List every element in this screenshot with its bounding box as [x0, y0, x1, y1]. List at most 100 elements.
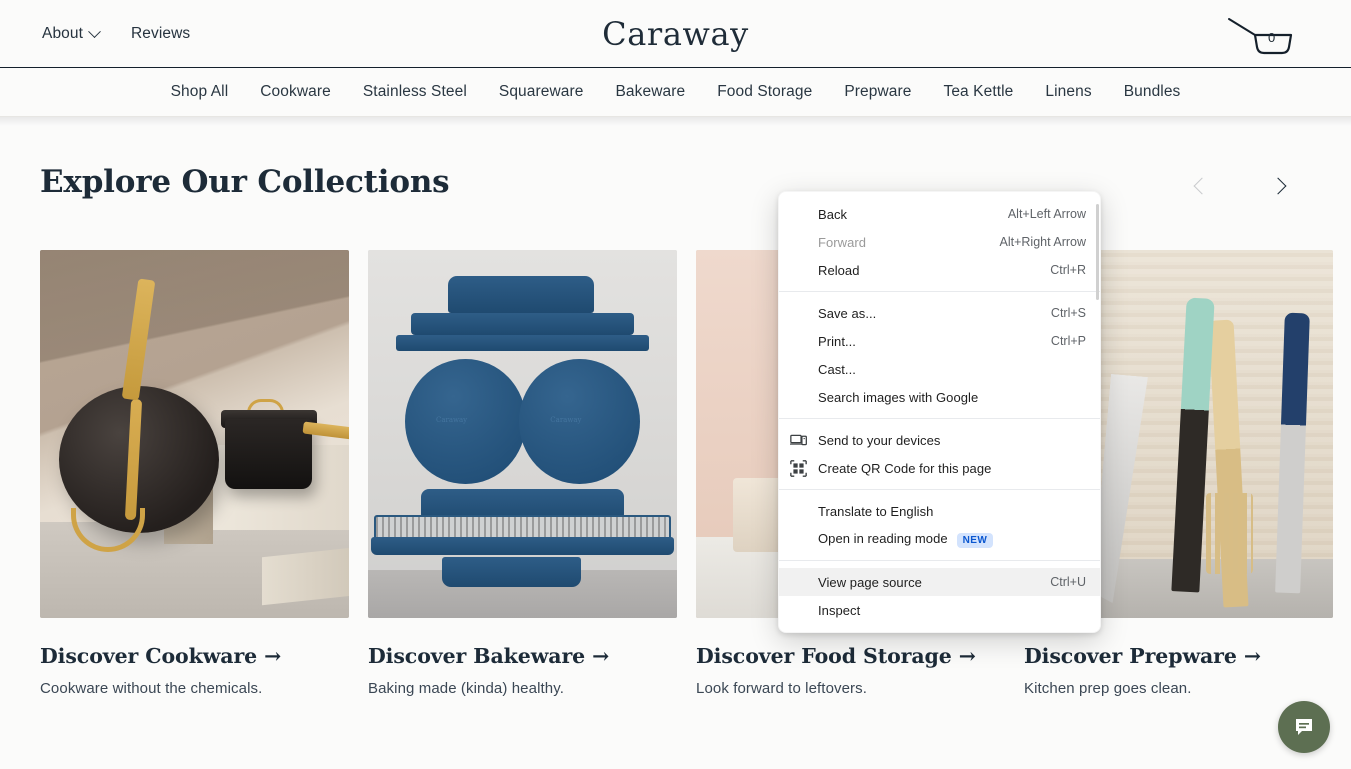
context-menu-item-label: Search images with Google: [818, 389, 979, 405]
chevron-right-icon: [1269, 177, 1287, 195]
no-icon: [789, 233, 807, 251]
collection-card: Caraway Caraway Discover Bakeware → Baki…: [368, 250, 677, 697]
no-icon: [789, 573, 807, 591]
no-icon: [789, 502, 807, 520]
page-root: About Reviews Caraway 0 Shop All Cookwar…: [0, 0, 1351, 769]
site-header: About Reviews Caraway 0: [0, 0, 1351, 68]
context-menu-separator: [779, 418, 1100, 419]
cookware-product-photo: [40, 250, 349, 618]
context-menu-item-shortcut: Ctrl+S: [1050, 306, 1086, 320]
context-menu-item-view-page-source[interactable]: View page source Ctrl+U: [779, 568, 1100, 596]
category-nav: Shop All Cookware Stainless Steel Square…: [0, 68, 1351, 117]
context-menu-item-label: Open in reading mode NEW: [818, 531, 1086, 548]
card-image-bakeware[interactable]: Caraway Caraway: [368, 250, 677, 618]
context-menu-item-label: Forward: [818, 234, 867, 250]
card-subtitle-bakeware: Baking made (kinda) healthy.: [368, 680, 564, 697]
subnav-item-cookware[interactable]: Cookware: [244, 83, 347, 101]
context-menu-item-label: Inspect: [818, 602, 861, 618]
context-menu-item-shortcut: Ctrl+P: [1050, 334, 1086, 348]
context-menu-item-label: Print...: [818, 333, 856, 349]
context-menu-item-save-as[interactable]: Save as... Ctrl+S: [779, 299, 1100, 327]
nav-item-reviews-label: Reviews: [131, 25, 191, 42]
subnav-item-prepware[interactable]: Prepware: [828, 83, 927, 101]
no-icon: [789, 388, 807, 406]
context-menu-item-label: Translate to English: [818, 503, 934, 519]
context-menu-item-inspect[interactable]: Inspect: [779, 596, 1100, 624]
page-title: Explore Our Collections: [40, 164, 450, 200]
context-menu-item-search-images-with-google[interactable]: Search images with Google: [779, 383, 1100, 411]
card-subtitle-prepware: Kitchen prep goes clean.: [1024, 680, 1192, 697]
card-title-bakeware[interactable]: Discover Bakeware →: [368, 644, 677, 668]
context-menu-item-label: Send to your devices: [818, 432, 941, 448]
nav-item-about[interactable]: About: [42, 24, 101, 43]
cart-count: 0: [1268, 30, 1276, 45]
context-menu-item-back[interactable]: Back Alt+Left Arrow: [779, 200, 1100, 228]
no-icon: [789, 332, 807, 350]
context-menu-item-print[interactable]: Print... Ctrl+P: [779, 327, 1100, 355]
context-menu-item-forward: Forward Alt+Right Arrow: [779, 228, 1100, 256]
context-menu-item-label: Back: [818, 206, 848, 222]
new-badge: NEW: [956, 533, 994, 548]
context-menu-item-shortcut: Alt+Right Arrow: [999, 235, 1087, 249]
context-menu-separator: [779, 560, 1100, 561]
no-icon: [789, 601, 807, 619]
card-subtitle-food-storage: Look forward to leftovers.: [696, 680, 868, 697]
context-menu-item-shortcut: Ctrl+R: [1050, 263, 1086, 277]
subnav-item-bundles[interactable]: Bundles: [1108, 83, 1197, 101]
subnav-item-shop-all[interactable]: Shop All: [155, 83, 245, 101]
card-title-prepware[interactable]: Discover Prepware →: [1024, 644, 1333, 668]
context-menu-item-send-to-your-devices[interactable]: Send to your devices: [779, 426, 1100, 454]
section-header: Explore Our Collections: [40, 164, 450, 200]
carousel-next-button[interactable]: [1265, 174, 1291, 200]
chevron-down-icon: [88, 24, 101, 38]
subnav-item-tea-kettle[interactable]: Tea Kettle: [927, 83, 1029, 101]
brand-wordmark[interactable]: Caraway: [602, 15, 749, 53]
header-left-nav: About Reviews: [42, 0, 190, 68]
carousel-prev-button[interactable]: [1189, 174, 1215, 200]
context-menu-separator: [779, 489, 1100, 490]
collection-card-list: Discover Cookware → Cookware without the…: [40, 250, 1333, 697]
no-icon: [789, 360, 807, 378]
chat-widget-button[interactable]: [1278, 701, 1330, 753]
context-menu-item-label: Reload: [818, 262, 860, 278]
card-title-cookware[interactable]: Discover Cookware →: [40, 644, 349, 668]
subnav-item-stainless-steel[interactable]: Stainless Steel: [347, 83, 483, 101]
context-menu-item-label: Create QR Code for this page: [818, 460, 992, 476]
no-icon: [789, 205, 807, 223]
no-icon: [789, 304, 807, 322]
subnav-item-squareware[interactable]: Squareware: [483, 83, 600, 101]
chat-bubble-icon: [1296, 719, 1312, 735]
context-menu-item-shortcut: Ctrl+U: [1050, 575, 1086, 589]
collection-card: Discover Cookware → Cookware without the…: [40, 250, 349, 697]
context-menu-item-translate-to-english[interactable]: Translate to English: [779, 497, 1100, 525]
context-menu-item-open-in-reading-mode[interactable]: Open in reading mode NEW: [779, 525, 1100, 553]
qr-code-icon: [789, 459, 807, 477]
card-title-food-storage[interactable]: Discover Food Storage →: [696, 644, 1005, 668]
header-shadow: [0, 117, 1351, 126]
chevron-left-icon: [1193, 177, 1211, 195]
nav-item-reviews[interactable]: Reviews: [131, 25, 190, 43]
no-icon: [789, 530, 807, 548]
bakeware-product-photo: Caraway Caraway: [368, 250, 677, 618]
card-image-cookware[interactable]: [40, 250, 349, 618]
shopping-basket-icon: [1228, 18, 1293, 55]
devices-icon: [789, 431, 807, 449]
context-menu-item-label: View page source: [818, 574, 922, 590]
context-menu-item-label: Save as...: [818, 305, 877, 321]
carousel-controls: [1189, 174, 1291, 200]
context-menu-item-create-qr-code-for-this-page[interactable]: Create QR Code for this page: [779, 454, 1100, 482]
context-menu-item-cast[interactable]: Cast...: [779, 355, 1100, 383]
context-menu-item-label: Cast...: [818, 361, 856, 377]
subnav-item-food-storage[interactable]: Food Storage: [701, 83, 828, 101]
subnav-item-linens[interactable]: Linens: [1029, 83, 1107, 101]
brand-wordmark-container: Caraway: [0, 0, 1351, 68]
card-subtitle-cookware: Cookware without the chemicals.: [40, 680, 263, 697]
cart-button[interactable]: 0: [1225, 11, 1299, 57]
context-menu-item-reload[interactable]: Reload Ctrl+R: [779, 256, 1100, 284]
browser-context-menu[interactable]: Back Alt+Left Arrow Forward Alt+Right Arrow…: [778, 191, 1101, 633]
context-menu-separator: [779, 291, 1100, 292]
no-icon: [789, 261, 807, 279]
nav-item-about-label: About: [42, 25, 84, 42]
context-menu-item-shortcut: Alt+Left Arrow: [1007, 207, 1086, 221]
subnav-item-bakeware[interactable]: Bakeware: [599, 83, 701, 101]
